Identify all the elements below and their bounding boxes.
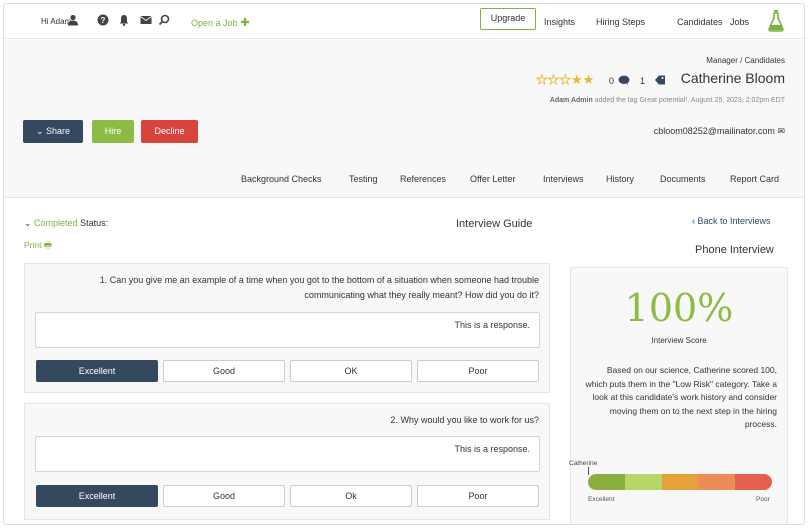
tab-history[interactable]: History	[606, 174, 634, 184]
tab-documents[interactable]: Documents	[660, 174, 706, 184]
tab-background-checks[interactable]: Background Checks	[241, 174, 322, 184]
grade-excellent-button[interactable]: Excellent	[36, 485, 158, 507]
question-text: 1. Can you give me an example of a time …	[39, 273, 539, 303]
grade-excellent-button[interactable]: Excellent	[36, 360, 158, 382]
svg-text:?: ?	[101, 16, 106, 25]
score-summary: Based on our science, Catherine scored 1…	[585, 365, 777, 429]
candidate-header: Manager / Candidates Catherine Bloom 1 0…	[4, 40, 804, 198]
nav-hiring-steps[interactable]: Hiring Steps	[596, 17, 645, 27]
chevron-down-icon: ⌄	[24, 218, 35, 228]
meter-segment	[588, 474, 625, 490]
comment-count: 0	[609, 76, 615, 86]
candidate-email[interactable]: cbloom08252@mailinator.com ✉	[654, 126, 785, 137]
question-card: 1. Can you give me an example of a time …	[24, 263, 550, 393]
app-frame: Jobs Candidates Hiring Steps Insights Up…	[3, 3, 805, 525]
star-filled-icon[interactable]: ★	[571, 72, 583, 87]
hire-button[interactable]: Hire	[92, 120, 134, 143]
bell-icon[interactable]	[118, 14, 130, 26]
response-textarea[interactable]: This is a response.	[35, 312, 540, 348]
tag-icon[interactable]	[654, 74, 666, 86]
email-text: cbloom08252@mailinator.com	[653, 126, 775, 136]
grade-poor-button[interactable]: Poor	[417, 485, 539, 507]
tab-references[interactable]: References	[400, 174, 446, 184]
print-link[interactable]: Print 🖶	[24, 240, 52, 254]
star-empty-icon[interactable]: ★	[559, 72, 571, 88]
comment-icon[interactable]	[618, 75, 630, 86]
candidate-tabs: Report Card Documents History Interviews…	[4, 174, 804, 194]
tab-offer-letter[interactable]: Offer Letter	[470, 174, 515, 184]
star-empty-icon[interactable]: ★	[547, 72, 559, 88]
status-value: Completed	[34, 218, 78, 228]
question-number: 2.	[390, 415, 398, 425]
breadcrumb[interactable]: Manager / Candidates	[706, 56, 785, 65]
meter-marker	[588, 467, 589, 475]
guide-title: Interview Guide	[456, 218, 533, 230]
activity-user[interactable]: Adam Admin	[550, 97, 593, 104]
tag-count: 1	[640, 76, 646, 86]
nav-insights[interactable]: Insights	[544, 17, 575, 27]
grade-ok-button[interactable]: OK	[290, 360, 412, 382]
user-greeting[interactable]: Hi Adam	[41, 17, 71, 26]
help-icon[interactable]: ?	[97, 14, 109, 26]
risk-meter	[588, 474, 772, 490]
nav-jobs[interactable]: Jobs	[730, 17, 749, 27]
grade-good-button[interactable]: Good	[163, 485, 285, 507]
grade-good-button[interactable]: Good	[163, 360, 285, 382]
question-text: 2. Why would you like to work for us?	[39, 413, 539, 428]
share-button[interactable]: ⌄ Share	[23, 120, 83, 143]
meter-poor-label: Poor	[756, 496, 770, 503]
back-to-interviews-link[interactable]: ‹ Back to Interviews	[692, 216, 771, 226]
star-rating[interactable]: ★★★★★	[536, 72, 595, 88]
guide-status[interactable]: ⌄ Completed Status:	[24, 218, 108, 229]
question-number: 1.	[99, 275, 108, 285]
interview-type-title: Phone Interview	[695, 244, 774, 256]
decline-button[interactable]: Decline	[141, 120, 198, 143]
search-icon[interactable]	[158, 14, 170, 26]
plus-icon: ✚	[240, 17, 250, 29]
open-job-label: Open a Job	[191, 18, 238, 28]
top-nav: Jobs Candidates Hiring Steps Insights Up…	[4, 4, 804, 39]
meter-segment	[661, 474, 699, 490]
open-job-button[interactable]: Open a Job ✚	[191, 16, 250, 29]
meter-segment	[735, 474, 772, 490]
grade-ok-button[interactable]: Ok	[290, 485, 412, 507]
score-label: Interview Score	[651, 336, 707, 345]
meter-segment	[698, 474, 736, 490]
score-value: 100%	[624, 286, 734, 330]
share-label: Share	[46, 126, 71, 136]
star-filled-icon[interactable]: ★	[583, 72, 595, 87]
envelope-icon: ✉	[777, 126, 785, 136]
question-body: Why would you like to work for us?	[400, 415, 539, 425]
print-label: Print	[24, 240, 42, 250]
tab-report-card[interactable]: Report Card	[730, 174, 779, 184]
nav-candidates[interactable]: Candidates	[677, 17, 723, 27]
tab-testing[interactable]: Testing	[349, 174, 378, 184]
chevron-down-icon: ⌄	[35, 126, 46, 136]
meter-candidate-label: Catherine	[569, 460, 598, 467]
tab-interviews[interactable]: Interviews	[543, 174, 584, 184]
printer-icon: 🖶	[43, 240, 52, 250]
question-card: 2. Why would you like to work for us? Th…	[24, 403, 550, 520]
grade-poor-button[interactable]: Poor	[417, 360, 539, 382]
meter-excellent-label: Excellent	[588, 496, 615, 503]
mail-icon[interactable]	[140, 14, 152, 26]
status-label: Status:	[80, 218, 109, 228]
response-textarea[interactable]: This is a response.	[35, 436, 540, 472]
activity-text: added the tag Great potential!. August 2…	[592, 97, 785, 104]
back-label: Back to Interviews	[697, 216, 771, 226]
candidate-name: Catherine Bloom	[680, 70, 785, 86]
activity-line: Adam Admin added the tag Great potential…	[550, 97, 785, 104]
star-empty-icon[interactable]: ★	[536, 72, 548, 88]
flask-logo-icon[interactable]	[768, 10, 784, 32]
upgrade-button[interactable]: Upgrade	[480, 8, 536, 30]
question-body: Can you give me an example of a time whe…	[109, 275, 539, 300]
meter-segment	[624, 474, 662, 490]
